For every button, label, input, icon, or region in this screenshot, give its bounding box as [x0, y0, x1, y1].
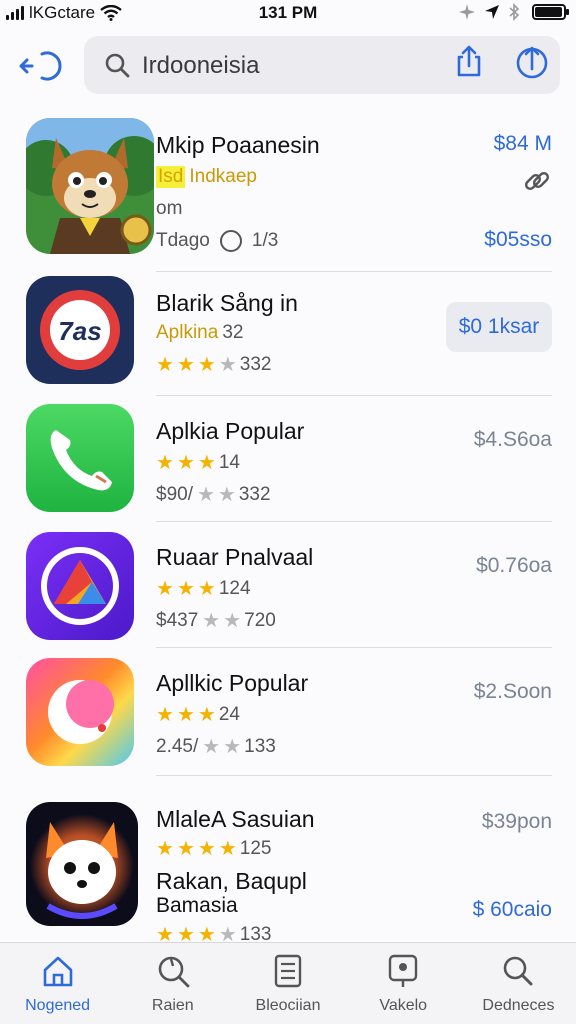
- price-label: $0.76oa: [476, 554, 552, 577]
- share-icon[interactable]: [452, 44, 486, 78]
- app-detail: om: [156, 198, 183, 219]
- rating-secondary: $437 ★ ★ 720: [156, 609, 276, 633]
- list-item[interactable]: 7as Blarik Sång in Aplkina 32 ★ ★ ★ ★ 332 $…: [0, 272, 576, 396]
- tab-label: Dedneces: [482, 997, 555, 1014]
- home-icon: [43, 956, 72, 987]
- search-header: Irdooneisia: [0, 30, 576, 102]
- rating-count: 720: [244, 609, 276, 631]
- search-query: Irdooneisia: [142, 52, 260, 79]
- tab-label: Vakelo: [379, 997, 428, 1014]
- rating: ★ ★ ★ ★ 125: [156, 837, 272, 861]
- rating-count: 133: [244, 735, 276, 757]
- list-item[interactable]: Apllkic Popular ★ ★ ★ 24 2.45/ ★ ★ 133 $2.S…: [0, 648, 576, 776]
- get-button[interactable]: $0 1ksar: [446, 302, 552, 352]
- battery-icon: [532, 4, 569, 20]
- triangle-icon: [26, 532, 134, 640]
- app-name: MlaleA Sasuian: [156, 806, 315, 832]
- location-arrow-icon: [485, 5, 499, 19]
- app-tag: Tdago: [156, 230, 210, 251]
- highlight-tag: Isd: [156, 166, 186, 188]
- upload-icon[interactable]: [514, 44, 550, 80]
- tab-search[interactable]: Raien: [115, 943, 230, 1024]
- app-count: 32: [222, 322, 244, 343]
- rating-count: 332: [239, 353, 272, 375]
- circle-icon: [219, 230, 242, 252]
- phone-icon: [26, 404, 134, 512]
- price-label: $39pon: [481, 810, 552, 833]
- app-subtitle: Isd Indkaep: [156, 166, 257, 188]
- tab-label: Bleociian: [255, 997, 321, 1014]
- fox-glow-icon: [26, 802, 138, 926]
- search-icon: [105, 53, 130, 78]
- tab-home[interactable]: Nogened: [0, 943, 115, 1024]
- price-inline: $437: [156, 609, 199, 631]
- app-category: Indkaep: [189, 166, 257, 187]
- tab-bar: Nogened Raien Bleociian Vakelo Dedneces: [0, 942, 576, 1024]
- link-icon[interactable]: [522, 166, 552, 196]
- app-category: Aplkina: [156, 322, 219, 343]
- rating: ★ ★ ★ ★ 332: [156, 353, 272, 377]
- rating-count: 332: [238, 483, 271, 505]
- tab-label: Nogened: [25, 997, 91, 1014]
- badge-text: 7as: [58, 316, 101, 346]
- list-item[interactable]: Ruaar Pnalvaal ★ ★ ★ 124 $437 ★ ★ 720 $0.76…: [0, 522, 576, 648]
- list-icon: [274, 954, 302, 988]
- search-input[interactable]: Irdooneisia: [84, 36, 560, 94]
- app-rating-row: Tdago 1/3: [156, 228, 278, 254]
- bluetooth-icon: [509, 3, 520, 21]
- list-item[interactable]: Mkip Poaanesin Isd Indkaep om Tdago 1/3 …: [0, 112, 576, 272]
- app-count: 1/3: [251, 230, 279, 251]
- tab-pin[interactable]: Vakelo: [346, 943, 461, 1024]
- app-name-secondary: Bamasia: [156, 894, 238, 917]
- back-button[interactable]: [18, 46, 62, 86]
- rating: ★ ★ ★ 24: [156, 703, 240, 727]
- price-label-secondary: $05sso: [484, 228, 552, 251]
- rating-count: 14: [218, 451, 240, 473]
- app-name: Aplkia Popular: [156, 418, 305, 444]
- plane-icon: [459, 4, 475, 20]
- magnifier-icon: [504, 956, 533, 986]
- status-bar: lKGctare 131 PM: [0, 0, 576, 26]
- price-label: $84 M: [493, 132, 552, 155]
- app-name: Blarik Sång in: [156, 290, 298, 316]
- pin-icon: [389, 954, 418, 987]
- price-label: $2.Soon: [473, 680, 552, 703]
- crescent-icon: [26, 658, 134, 766]
- price-inline: 2.45/: [156, 735, 199, 757]
- rating-count: 124: [218, 577, 251, 599]
- app-name: Mkip Poaanesin: [156, 132, 320, 158]
- tab-magnifier[interactable]: Dedneces: [461, 943, 576, 1024]
- rating-count: 125: [239, 837, 272, 859]
- rating-secondary: 2.45/ ★ ★ 133: [156, 735, 276, 759]
- rating: ★ ★ ★ 14: [156, 451, 240, 475]
- rating: ★ ★ ★ 124: [156, 577, 251, 601]
- price-label: $4.S6oa: [473, 428, 552, 451]
- fox-mascot-icon: [26, 118, 154, 254]
- list-item[interactable]: Aplkia Popular ★ ★ ★ 14 $90/ ★ ★ 332 $4.S6o…: [0, 396, 576, 522]
- back-icon: [19, 51, 62, 81]
- badge-icon: 7as: [26, 276, 134, 384]
- tab-list[interactable]: Bleociian: [230, 943, 345, 1024]
- price-label-secondary: $ 60caio: [472, 898, 552, 921]
- list-item[interactable]: MlaleA Sasuian ★ ★ ★ ★ 125 Rakan, Baqupl Ba…: [0, 776, 576, 946]
- app-name: Ruaar Pnalvaal: [156, 544, 314, 570]
- tab-label: Raien: [151, 997, 194, 1014]
- app-name: Apllkic Popular: [156, 670, 309, 696]
- rating-secondary: $90/ ★ ★ 332: [156, 483, 271, 507]
- search-tab-icon: [158, 956, 190, 988]
- app-name-secondary: Rakan, Baqupl: [156, 868, 307, 894]
- rating-count: 24: [218, 703, 240, 725]
- price-inline: $90/: [156, 483, 193, 505]
- app-category-row: Aplkina 32: [156, 322, 243, 344]
